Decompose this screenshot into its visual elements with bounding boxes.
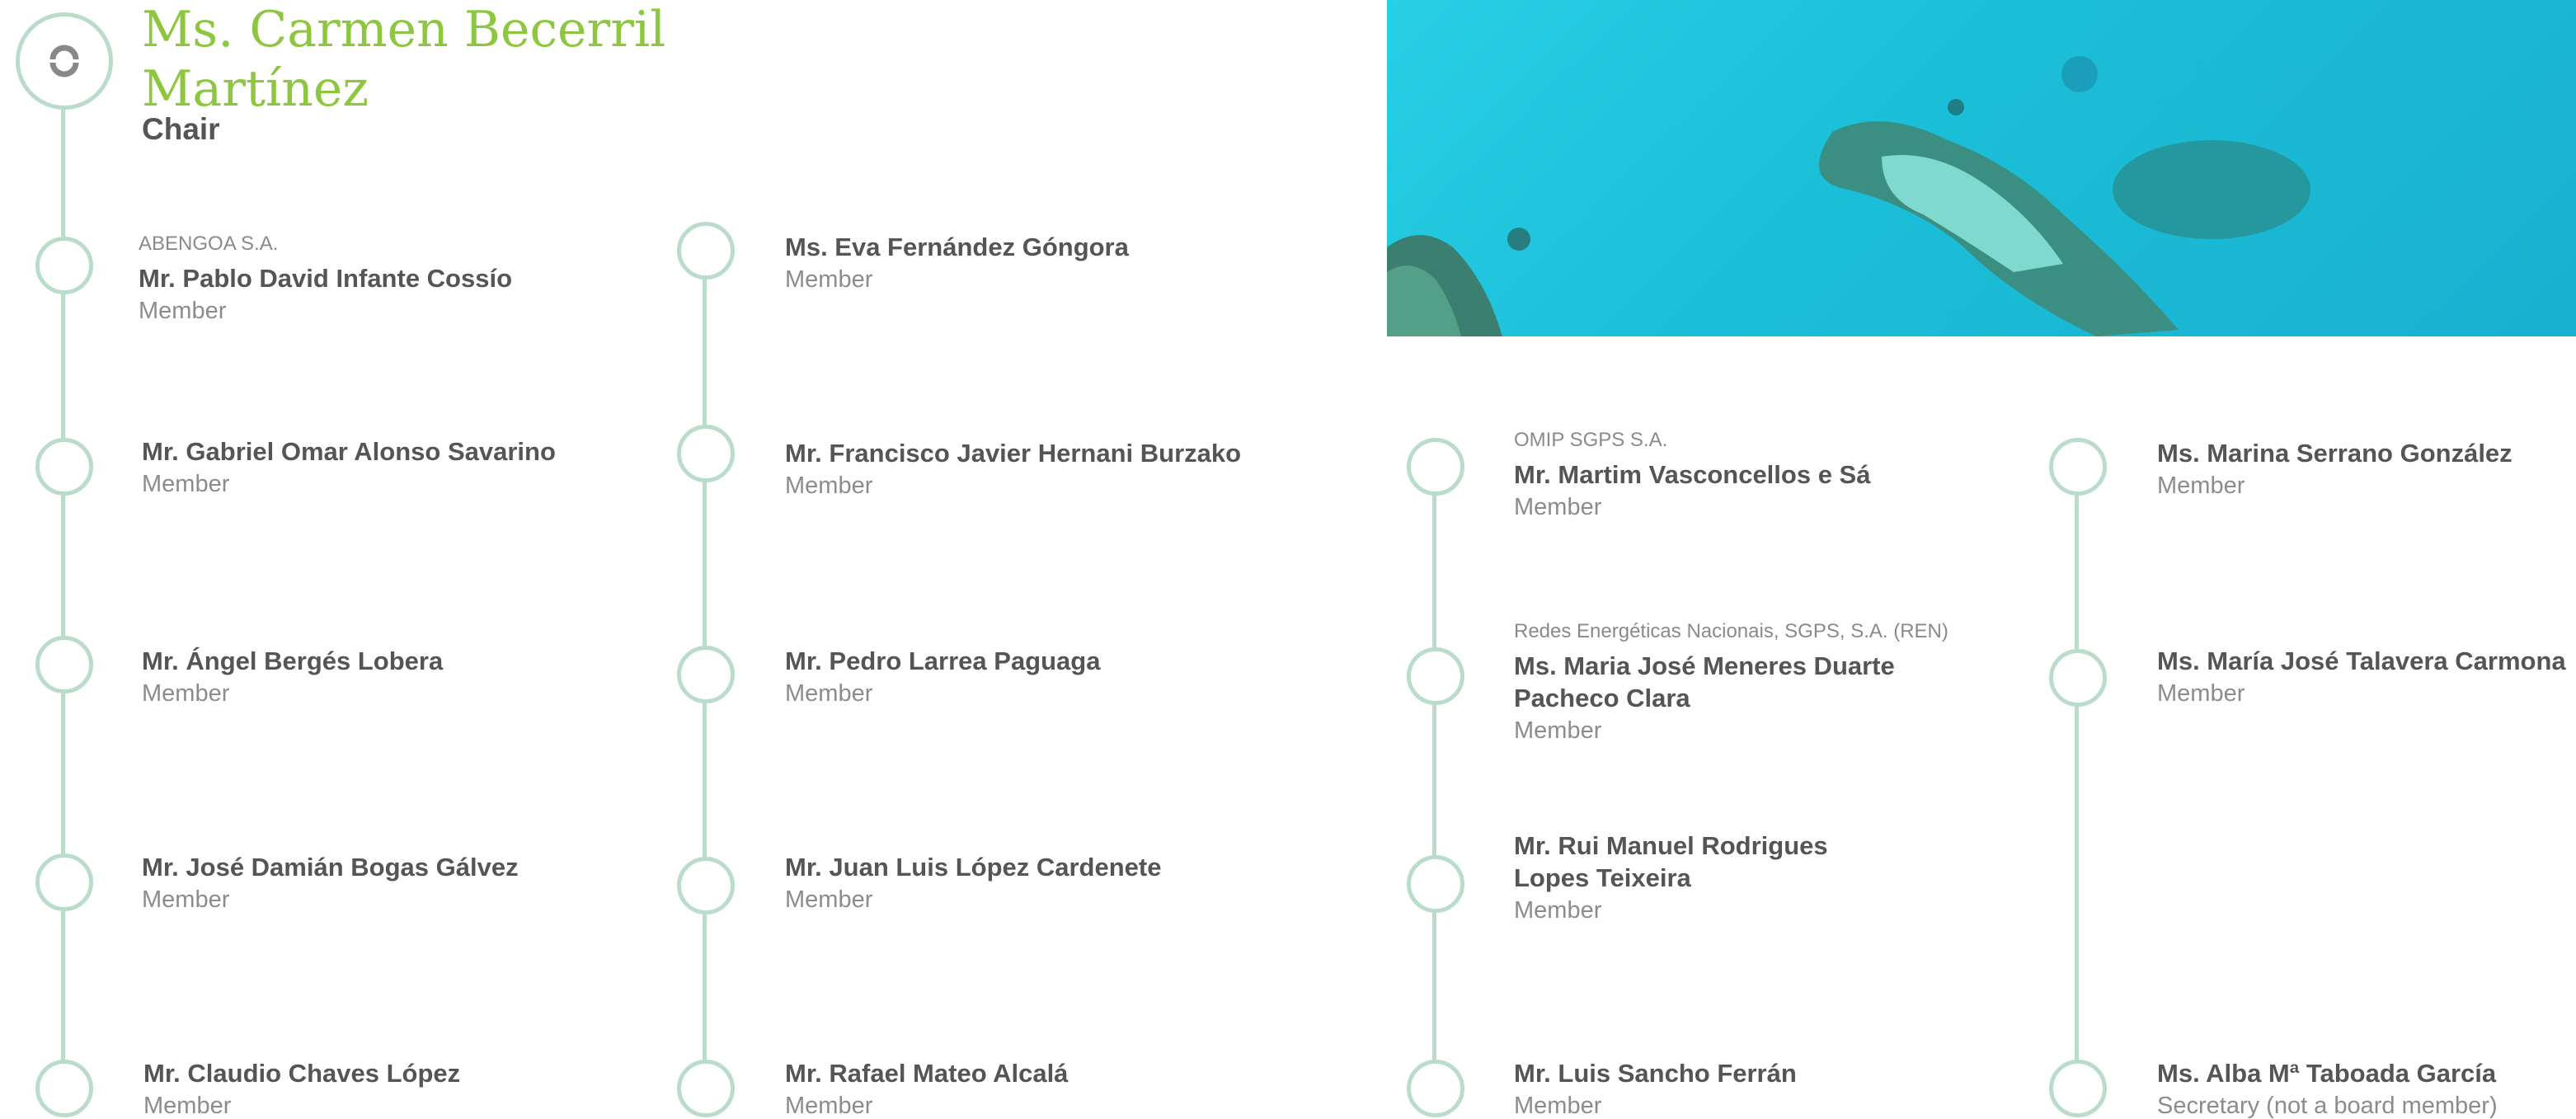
member-company: ABENGOA S.A. (139, 233, 279, 255)
member-name: Mr. Gabriel Omar Alonso Savarino (142, 437, 556, 466)
member-entry: OMIP SGPS S.A. Mr. Martim Vasconcellos e… (1514, 430, 1870, 520)
member-entry: Mr. Rafael Mateo Alcalá Member (785, 1057, 1068, 1118)
member-role: Member (1514, 1093, 1602, 1119)
timeline-node (677, 425, 735, 482)
member-role: Member (1514, 717, 1602, 744)
member-name: Pacheco Clara (1514, 684, 1690, 712)
timeline-line-col3 (1432, 466, 1436, 1117)
chair-role: Chair (142, 112, 220, 146)
member-name: Mr. Rafael Mateo Alcalá (785, 1059, 1069, 1088)
member-role: Member (142, 680, 230, 707)
member-role: Member (1514, 897, 1602, 924)
member-role: Member (785, 680, 873, 707)
member-role: Member (1514, 494, 1602, 520)
member-company: OMIP SGPS S.A. (1514, 429, 1668, 451)
timeline-node (1407, 438, 1464, 496)
member-role: Secretary (not a board member) (2157, 1093, 2498, 1119)
member-name: Mr. Rui Manuel Rodrigues (1514, 831, 1828, 860)
member-role: Member (142, 471, 230, 497)
member-entry: Mr. Gabriel Omar Alonso Savarino Member (142, 435, 556, 496)
member-name: Mr. José Damián Bogas Gálvez (142, 853, 519, 882)
member-role: Member (785, 886, 873, 913)
member-name: Ms. Maria José Meneres Duarte (1514, 651, 1895, 680)
member-name: Mr. Ángel Bergés Lobera (142, 646, 444, 675)
timeline-node (35, 1060, 93, 1117)
timeline-line-col4 (2075, 466, 2079, 1117)
timeline-node (1407, 647, 1464, 705)
member-entry: Mr. Rui Manuel Rodrigues Lopes Teixeira … (1514, 830, 1828, 923)
member-name: Mr. Pedro Larrea Paguaga (785, 646, 1101, 675)
member-role: Member (142, 886, 230, 913)
timeline-node (1407, 855, 1464, 913)
member-name: Ms. Eva Fernández Góngora (785, 233, 1129, 261)
member-entry: Ms. Marina Serrano González Member (2157, 437, 2513, 498)
reef-photo (1387, 0, 2576, 336)
member-role: Member (785, 266, 873, 293)
member-name: Ms. Alba Mª Taboada García (2157, 1059, 2497, 1088)
timeline-node (35, 853, 93, 911)
member-company: Redes Energéticas Nacionais, SGPS, S.A. … (1514, 620, 1948, 642)
member-entry: Mr. Francisco Javier Hernani Burzako Mem… (785, 437, 1241, 498)
timeline-node (677, 646, 735, 703)
member-name: Mr. Pablo David Infante Cossío (139, 264, 513, 293)
member-role: Member (2157, 680, 2245, 707)
member-name: Lopes Teixeira (1514, 863, 1691, 892)
member-name: Mr. Francisco Javier Hernani Burzako (785, 439, 1242, 468)
timeline-node (677, 1060, 735, 1117)
member-name: Mr. Luis Sancho Ferrán (1514, 1059, 1797, 1088)
member-entry: Redes Energéticas Nacionais, SGPS, S.A. … (1514, 622, 1948, 743)
timeline-node (35, 636, 93, 693)
member-role: Member (139, 298, 227, 324)
member-entry: Ms. Alba Mª Taboada García Secretary (no… (2157, 1057, 2498, 1118)
timeline-node (1407, 1060, 1464, 1117)
timeline-node (677, 857, 735, 914)
member-name: Mr. Martim Vasconcellos e Sá (1514, 460, 1871, 489)
member-entry: Mr. Claudio Chaves López Member (143, 1057, 460, 1118)
member-entry: Mr. Luis Sancho Ferrán Member (1514, 1057, 1797, 1118)
member-name: Mr. Juan Luis López Cardenete (785, 853, 1162, 882)
member-role: Member (143, 1093, 232, 1119)
timeline-node (35, 237, 93, 294)
member-name: Mr. Claudio Chaves López (143, 1059, 461, 1088)
member-entry: ABENGOA S.A. Mr. Pablo David Infante Cos… (139, 234, 512, 323)
member-entry: Ms. Eva Fernández Góngora Member (785, 231, 1129, 292)
member-name: Ms. María José Talavera Carmona (2157, 646, 2566, 675)
member-name: Ms. Marina Serrano González (2157, 439, 2513, 468)
member-entry: Mr. Ángel Bergés Lobera Member (142, 645, 443, 706)
member-entry: Ms. María José Talavera Carmona Member (2157, 645, 2566, 706)
member-role: Member (785, 473, 873, 499)
chair-name: Ms. Carmen Becerril Martínez (142, 1, 666, 118)
timeline-node (35, 438, 93, 496)
timeline-node (677, 222, 735, 280)
timeline-node (2049, 649, 2107, 707)
member-role: Member (785, 1093, 873, 1119)
chair-node (16, 12, 113, 110)
timeline-node (2049, 438, 2107, 496)
member-entry: Mr. Juan Luis López Cardenete Member (785, 851, 1161, 912)
member-entry: Mr. José Damián Bogas Gálvez Member (142, 851, 519, 912)
member-role: Member (2157, 473, 2245, 499)
refresh-arrows-icon (49, 45, 79, 78)
timeline-node (2049, 1060, 2107, 1117)
member-entry: Mr. Pedro Larrea Paguaga Member (785, 645, 1100, 706)
